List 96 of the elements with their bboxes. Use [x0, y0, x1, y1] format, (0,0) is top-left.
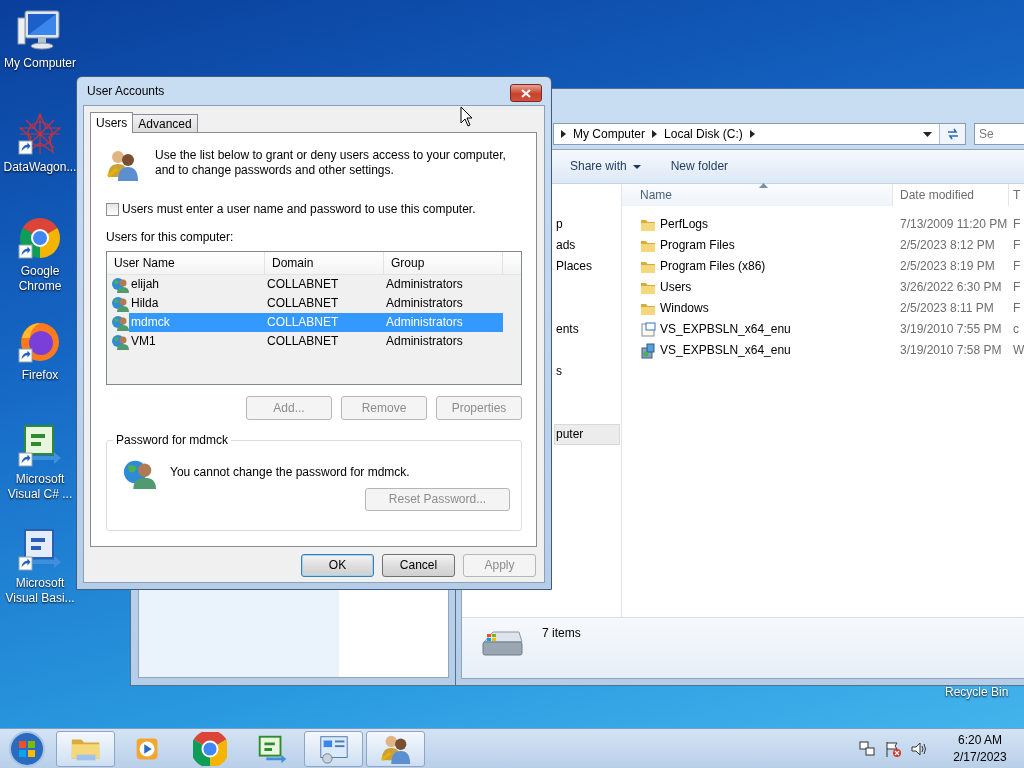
- nav-item[interactable]: s: [554, 361, 620, 382]
- network-icon[interactable]: [858, 739, 876, 758]
- column-header[interactable]: User Name: [107, 252, 265, 274]
- file-date: 3/19/2010 7:58 PM: [899, 343, 1003, 358]
- file-date: 3/19/2010 7:55 PM: [899, 322, 1003, 337]
- nav-item[interactable]: puter: [554, 424, 620, 445]
- tab[interactable]: Users: [90, 112, 134, 133]
- toolbar-button[interactable]: New folder: [670, 159, 729, 174]
- column-header[interactable]: T: [1009, 184, 1024, 206]
- user-icon: [111, 275, 129, 294]
- description-text: Use the list below to grant or deny users access to your computer, and to change passwords and other settings.: [155, 148, 507, 179]
- flag-icon[interactable]: [884, 739, 902, 758]
- taskbar-button[interactable]: [366, 730, 425, 767]
- table-cell-text: Hilda: [130, 296, 160, 311]
- desktop-icon-label[interactable]: My Computer: [1, 56, 79, 71]
- installer-icon: [640, 342, 656, 359]
- checkbox[interactable]: [106, 203, 119, 216]
- user-icon: [111, 332, 129, 351]
- dialog-button[interactable]: OK: [301, 554, 374, 577]
- checkbox-label[interactable]: Users must enter a user name and password to use this computer.: [122, 202, 476, 217]
- column-header[interactable]: Date modified: [893, 184, 1009, 206]
- breadcrumb-item[interactable]: My Computer: [573, 126, 646, 142]
- table-cell-text: COLLABNET: [266, 315, 340, 330]
- column-header[interactable]: Group: [384, 252, 503, 274]
- file-date: 7/13/2009 11:20 PM: [899, 217, 1009, 232]
- table-cell-text: elijah: [130, 277, 161, 292]
- file-name[interactable]: Program Files: [660, 238, 735, 253]
- window-title: User Accounts: [87, 83, 165, 99]
- status-text: 7 items: [542, 626, 581, 641]
- list-row[interactable]: elijah COLLABNET Administrators: [129, 275, 503, 294]
- list-row[interactable]: VM1 COLLABNET Administrators: [129, 332, 503, 351]
- start-button[interactable]: [8, 729, 46, 768]
- address-bar[interactable]: My Computer Local Disk (C:): [553, 123, 966, 145]
- setup-file-icon: [640, 321, 656, 338]
- table-cell-text: Administrators: [385, 296, 464, 311]
- table-cell-text: Administrators: [385, 334, 464, 349]
- section-label: Users for this computer:: [106, 230, 235, 245]
- chevron-icon: [749, 130, 755, 138]
- file-type: F: [1012, 238, 1022, 253]
- file-type: c: [1012, 322, 1020, 337]
- cursor-icon: [460, 106, 473, 127]
- desktop-icon-label[interactable]: Microsoft Visual Basi...: [1, 576, 79, 606]
- user-icon: [111, 294, 129, 313]
- breadcrumb-item[interactable]: Local Disk (C:): [664, 126, 743, 142]
- desktop-icon-label[interactable]: Google Chrome: [1, 264, 79, 294]
- message-text: You cannot change the password for mdmck.: [170, 465, 411, 480]
- users-icon: [106, 148, 140, 182]
- nav-item[interactable]: ents: [554, 319, 620, 340]
- desktop-icon-label[interactable]: Microsoft Visual C# ...: [1, 472, 79, 502]
- file-date: 2/5/2023 8:12 PM: [899, 238, 996, 253]
- file-name[interactable]: VS_EXPBSLN_x64_enu: [660, 343, 791, 358]
- refresh-icon: [945, 127, 960, 141]
- clock-date[interactable]: 2/17/2023: [950, 748, 1010, 766]
- table-cell-text: COLLABNET: [266, 334, 340, 349]
- star-drawing-icon[interactable]: [16, 110, 64, 158]
- table-cell-text: Administrators: [385, 315, 464, 330]
- table-cell-text: COLLABNET: [266, 277, 340, 292]
- chevron-icon: [561, 130, 566, 138]
- file-type: F: [1012, 280, 1022, 295]
- taskbar-button[interactable]: [304, 730, 363, 767]
- file-date: 2/5/2023 8:19 PM: [899, 259, 996, 274]
- file-name[interactable]: VS_EXPBSLN_x64_enu: [660, 322, 791, 337]
- dropdown-icon: [923, 131, 932, 137]
- file-type: F: [1012, 217, 1022, 232]
- desktop-icon-label[interactable]: Firefox: [1, 368, 79, 383]
- file-date: 3/26/2022 6:30 PM: [899, 280, 1003, 295]
- file-name[interactable]: Windows: [660, 301, 709, 316]
- nav-item[interactable]: p: [554, 214, 620, 235]
- table-cell-text: VM1: [130, 334, 157, 349]
- tab[interactable]: Advanced: [132, 114, 198, 132]
- table-cell-text: Administrators: [385, 277, 464, 292]
- desktop-icon-label[interactable]: DataWagon...: [1, 160, 79, 175]
- search-field[interactable]: Se: [974, 123, 1024, 145]
- dialog-button[interactable]: Cancel: [382, 554, 455, 577]
- column-header[interactable]: Domain: [265, 252, 384, 274]
- close-button[interactable]: [510, 84, 542, 102]
- refresh-button[interactable]: [939, 124, 965, 144]
- file-name[interactable]: Users: [660, 280, 692, 295]
- file-type: F: [1012, 259, 1022, 274]
- close-icon: [521, 88, 531, 98]
- table-cell-text: mdmck: [130, 315, 171, 330]
- clock-time[interactable]: 6:20 AM: [950, 731, 1010, 749]
- list-row[interactable]: Hilda COLLABNET Administrators: [129, 294, 503, 313]
- file-type: W: [1012, 343, 1024, 358]
- nav-item[interactable]: Places: [554, 256, 620, 277]
- file-name[interactable]: Program Files (x86): [660, 259, 766, 274]
- file-type: F: [1012, 301, 1022, 316]
- user-icon: [111, 313, 129, 332]
- browser-icon: [192, 731, 227, 766]
- chevron-icon: [652, 130, 658, 138]
- nav-item[interactable]: ads: [554, 235, 620, 256]
- toolbar-button[interactable]: Share with: [570, 159, 641, 174]
- column-header[interactable]: Name: [622, 184, 893, 206]
- file-name[interactable]: PerfLogs: [660, 217, 709, 232]
- file-date: 2/5/2023 8:11 PM: [899, 301, 995, 316]
- table-cell-text: COLLABNET: [266, 296, 340, 311]
